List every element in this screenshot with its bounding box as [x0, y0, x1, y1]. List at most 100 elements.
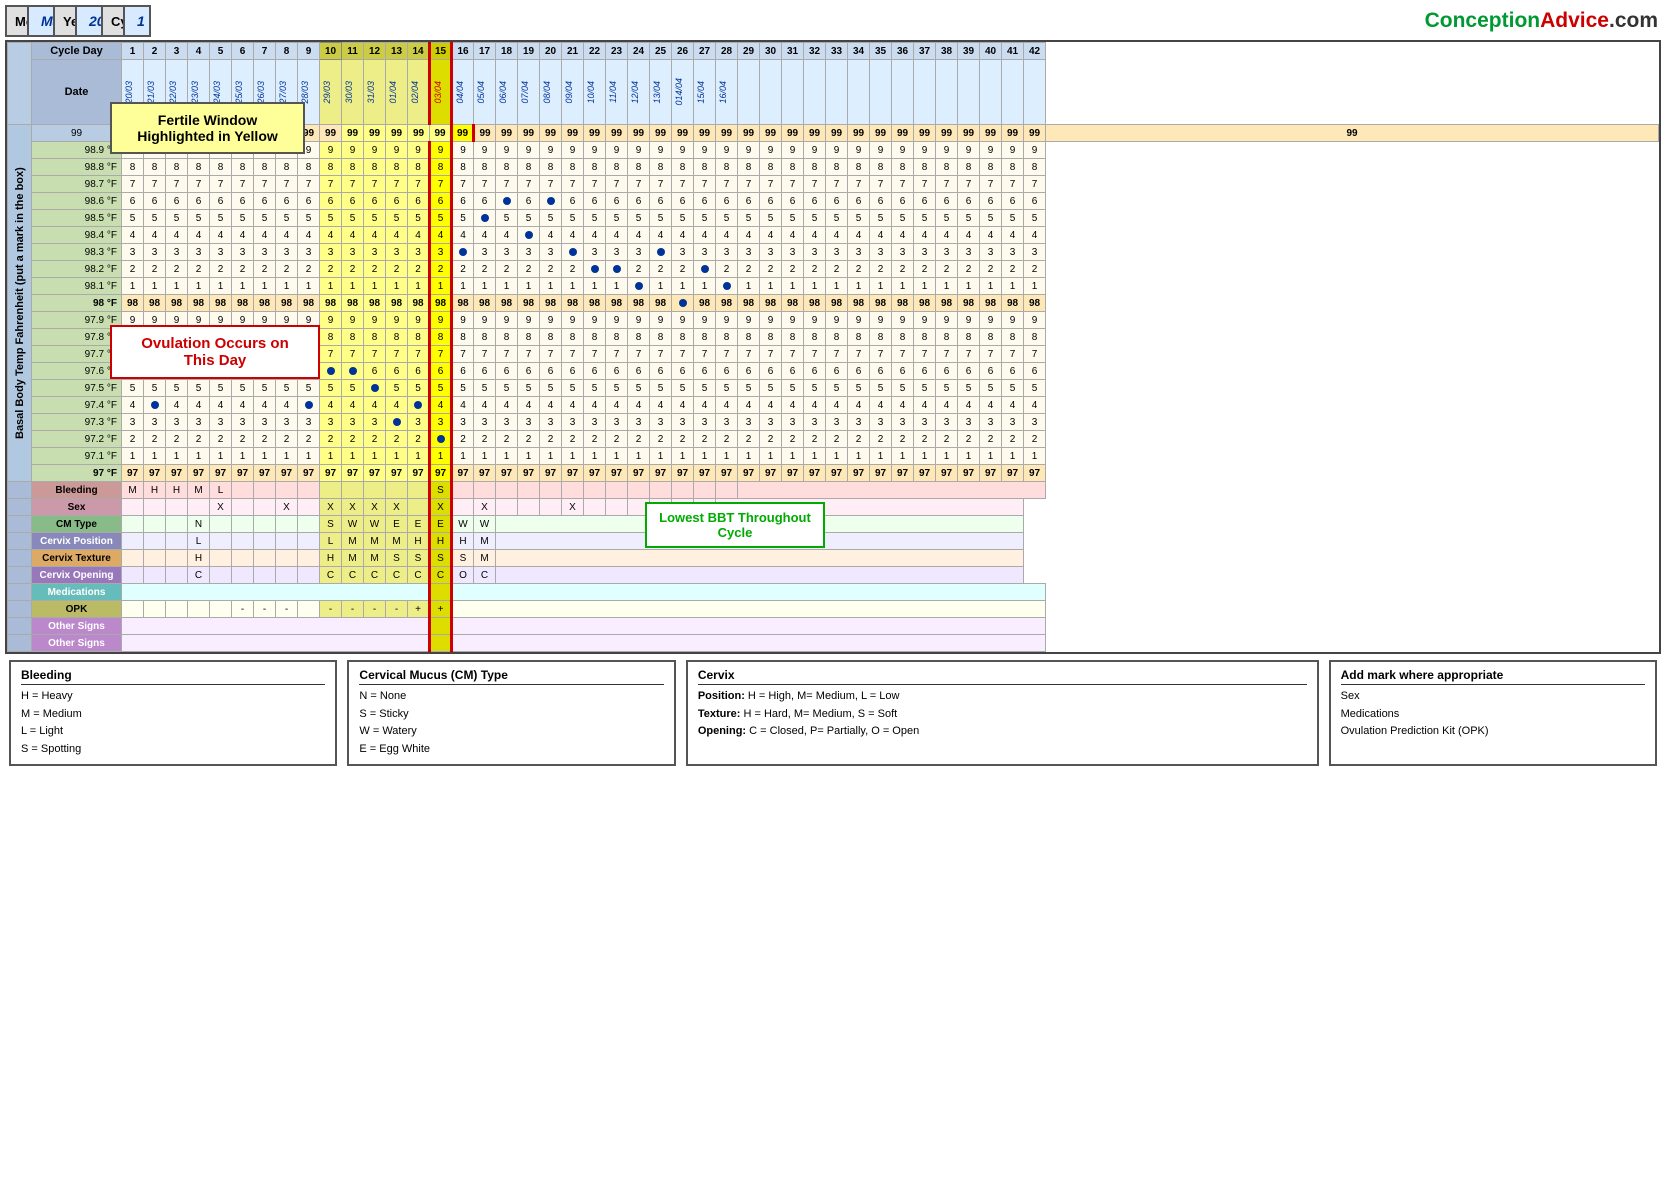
cd-42: 42	[1024, 43, 1046, 60]
date-17: 05/04	[474, 60, 496, 125]
bleed-10	[320, 482, 342, 499]
bbt-974-row: 97.4 °F444444444444444444444444444444444…	[8, 397, 1659, 414]
cd-35: 35	[870, 43, 892, 60]
brand-com: .com	[1609, 9, 1658, 32]
date-14: 02/04	[408, 60, 430, 125]
cd-40: 40	[980, 43, 1002, 60]
bleed-13	[386, 482, 408, 499]
sex-row-label: Sex	[32, 499, 122, 516]
bbt-982-row: 98.2 °F222222222222222222222222222222222…	[8, 261, 1659, 278]
bleed-14	[408, 482, 430, 499]
bleeding-label	[8, 482, 32, 499]
month-value: March - April	[28, 6, 54, 36]
other-legend-med: Medications	[1341, 706, 1645, 724]
bbt-981-row: 98.1 °F111111111111111111111111111111111…	[8, 278, 1659, 295]
cd-25: 25	[650, 43, 672, 60]
other-legend-title: Add mark where appropriate	[1341, 668, 1645, 685]
cd-18: 18	[496, 43, 518, 60]
cd-28: 28	[716, 43, 738, 60]
bbt-985-row: 98.5 °F555555555555555555555555555555555…	[8, 210, 1659, 227]
cd-6: 6	[232, 43, 254, 60]
cd-2: 2	[144, 43, 166, 60]
bbt-988-row: 98.8 °F888888888888888888888888888888888…	[8, 159, 1659, 176]
bleeding-legend-s: S = Spotting	[21, 741, 325, 759]
cm-row: CM Type N S W W E E E W	[8, 516, 1659, 533]
bleed-rest	[738, 482, 1046, 499]
bleeding-row-label: Bleeding	[32, 482, 122, 499]
bleed-28	[716, 482, 738, 499]
date-26: 014/04	[672, 60, 694, 125]
other2-row: Other Signs	[8, 635, 1659, 652]
cm-row-label: CM Type	[32, 516, 122, 533]
bleeding-legend: Bleeding H = Heavy M = Medium L = Light …	[9, 660, 337, 766]
bbt-984-row: 98.4 °F444444444444444444444444444444444…	[8, 227, 1659, 244]
cm-legend-s: S = Sticky	[359, 706, 663, 724]
cervix-pos-label: Cervix Position	[32, 533, 122, 550]
date-12: 31/03	[364, 60, 386, 125]
bleed-8	[276, 482, 298, 499]
cervix-opening-row: Cervix Opening C C C C C C C O	[8, 567, 1659, 584]
date-34	[848, 60, 870, 125]
cycle-day-row: Cycle Day 1 2 3 4 5 6 7 8 9 10 11 12 13	[8, 43, 1659, 60]
date-37	[914, 60, 936, 125]
bleed-7	[254, 482, 276, 499]
other-legend: Add mark where appropriate Sex Medicatio…	[1329, 660, 1657, 766]
bleed-21	[562, 482, 584, 499]
bleed-2: H	[144, 482, 166, 499]
date-29	[738, 60, 760, 125]
brand-advice: Advice	[1540, 9, 1609, 32]
cd-12: 12	[364, 43, 386, 60]
header-table: Month March - April Year 2017 Cycle Nº 1…	[5, 5, 1661, 37]
bbt-986-row: 98.6 °F666666666666666666666666666666666…	[8, 193, 1659, 210]
bbt-98-row: 98 °F98989898989898989898989898989898989…	[8, 295, 1659, 312]
bleed-27	[694, 482, 716, 499]
cycle-day-header-label: Cycle Day	[32, 43, 122, 60]
date-22: 10/04	[584, 60, 606, 125]
cycle-value: 1	[124, 6, 150, 36]
cd-33: 33	[826, 43, 848, 60]
date-42	[1024, 60, 1046, 125]
y-axis-header	[8, 43, 32, 125]
chart-area: Fertile Window Highlighted in Yellow Ovu…	[5, 40, 1661, 654]
date-40	[980, 60, 1002, 125]
cd-4: 4	[188, 43, 210, 60]
bleed-20	[540, 482, 562, 499]
cervix-legend-title: Cervix	[698, 668, 1307, 685]
cd-1: 1	[122, 43, 144, 60]
date-27: 15/04	[694, 60, 716, 125]
medications-label: Medications	[32, 584, 122, 601]
date-41	[1002, 60, 1024, 125]
cd-32: 32	[804, 43, 826, 60]
bbt-972-row: 97.2 °F222222222222222222222222222222222…	[8, 431, 1659, 448]
bleed-23	[606, 482, 628, 499]
ovulation-text: Ovulation Occurs on This Day	[141, 335, 289, 369]
cd-30: 30	[760, 43, 782, 60]
date-13: 01/04	[386, 60, 408, 125]
date-28: 16/04	[716, 60, 738, 125]
bleeding-row: Bleeding M H H M L S	[8, 482, 1659, 499]
other2-label: Other Signs	[32, 635, 122, 652]
other-legend-sex: Sex	[1341, 688, 1645, 706]
bleeding-legend-m: M = Medium	[21, 706, 325, 724]
cd-20: 20	[540, 43, 562, 60]
date-32	[804, 60, 826, 125]
cd-29: 29	[738, 43, 760, 60]
bleed-6	[232, 482, 254, 499]
bleed-5: L	[210, 482, 232, 499]
opk-row: OPK - - - - - - - + +	[8, 601, 1659, 618]
bleed-1: M	[122, 482, 144, 499]
cm-legend-w: W = Watery	[359, 723, 663, 741]
other1-label: Other Signs	[32, 618, 122, 635]
date-header-label: Date	[32, 60, 122, 125]
cd-15: 15	[430, 43, 452, 60]
bbt-97-row: 97 °F97979797979797979797979797979797979…	[8, 465, 1659, 482]
date-30	[760, 60, 782, 125]
sex-row: Sex X X X X X X X X	[8, 499, 1659, 516]
bleeding-legend-h: H = Heavy	[21, 688, 325, 706]
cd-34: 34	[848, 43, 870, 60]
bleed-26	[672, 482, 694, 499]
cd-27: 27	[694, 43, 716, 60]
cd-26: 26	[672, 43, 694, 60]
bleed-16	[452, 482, 474, 499]
bleed-9	[298, 482, 320, 499]
